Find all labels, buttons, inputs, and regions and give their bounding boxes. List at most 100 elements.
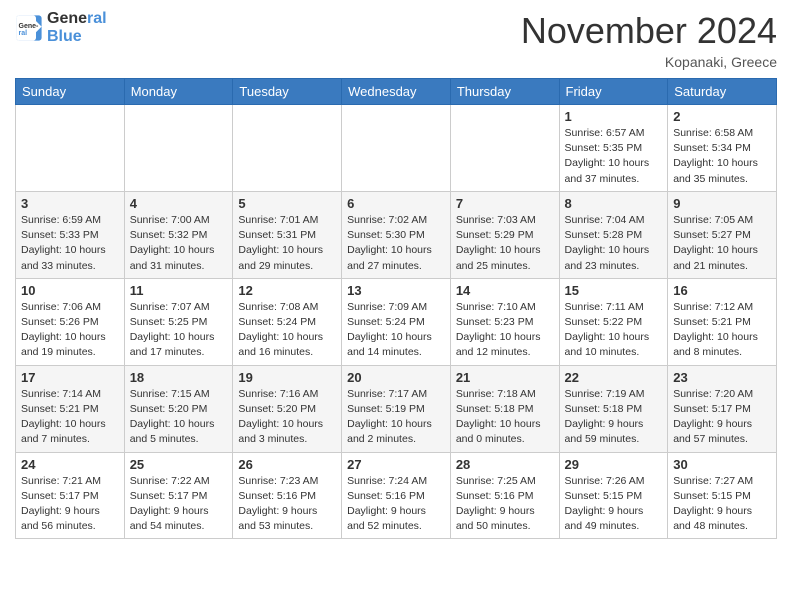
calendar-cell: 19Sunrise: 7:16 AM Sunset: 5:20 PM Dayli… (233, 365, 342, 452)
day-info: Sunrise: 6:57 AM Sunset: 5:35 PM Dayligh… (565, 126, 663, 187)
week-row-2: 3Sunrise: 6:59 AM Sunset: 5:33 PM Daylig… (16, 191, 777, 278)
calendar-cell: 16 Sunrise: 7:12 AM Sunset: 5:21 PM Dayli… (668, 278, 777, 365)
day-number: 13 (347, 283, 445, 298)
day-info: Sunrise: 7:02 AM Sunset: 5:30 PM Dayligh… (347, 213, 445, 274)
weekday-header-friday: Friday (559, 79, 668, 105)
calendar-cell (16, 105, 125, 192)
day-number: 2 (673, 109, 771, 124)
calendar-cell: 23Sunrise: 7:20 AM Sunset: 5:17 PM Dayli… (668, 365, 777, 452)
day-info: Sunrise: 7:08 AM Sunset: 5:24 PM Dayligh… (238, 300, 336, 361)
svg-text:ral: ral (19, 30, 28, 37)
day-info: Sunrise: 7:15 AM Sunset: 5:20 PM Dayligh… (130, 387, 228, 448)
week-row-1: 1 Sunrise: 6:57 AM Sunset: 5:35 PM Daylig… (16, 105, 777, 192)
day-info: Sunrise: 7:05 AM Sunset: 5:27 PM Dayligh… (673, 213, 771, 274)
calendar-cell: 7Sunrise: 7:03 AM Sunset: 5:29 PM Daylig… (450, 191, 559, 278)
day-number: 11 (130, 283, 228, 298)
weekday-header-thursday: Thursday (450, 79, 559, 105)
day-number: 27 (347, 457, 445, 472)
day-number: 9 (673, 196, 771, 211)
calendar-cell: 18 Sunrise: 7:15 AM Sunset: 5:20 PM Dayli… (124, 365, 233, 452)
day-info: Sunrise: 7:14 AM Sunset: 5:21 PM Dayligh… (21, 387, 119, 448)
weekday-header-sunday: Sunday (16, 79, 125, 105)
weekday-header-monday: Monday (124, 79, 233, 105)
day-number: 26 (238, 457, 336, 472)
calendar-cell: 3Sunrise: 6:59 AM Sunset: 5:33 PM Daylig… (16, 191, 125, 278)
calendar-cell (450, 105, 559, 192)
calendar-cell: 24 Sunrise: 7:21 AM Sunset: 5:17 PM Dayli… (16, 452, 125, 539)
day-number: 18 (130, 370, 228, 385)
calendar-cell: 13 Sunrise: 7:09 AM Sunset: 5:24 PM Dayli… (342, 278, 451, 365)
weekday-header-row: SundayMondayTuesdayWednesdayThursdayFrid… (16, 79, 777, 105)
day-info: Sunrise: 7:12 AM Sunset: 5:21 PM Dayligh… (673, 300, 771, 361)
day-info: Sunrise: 7:06 AM Sunset: 5:26 PM Dayligh… (21, 300, 119, 361)
month-title: November 2024 (521, 10, 777, 52)
day-number: 16 (673, 283, 771, 298)
calendar-cell: 21Sunrise: 7:18 AM Sunset: 5:18 PM Dayli… (450, 365, 559, 452)
day-info: Sunrise: 7:10 AM Sunset: 5:23 PM Dayligh… (456, 300, 554, 361)
day-info: Sunrise: 7:21 AM Sunset: 5:17 PM Dayligh… (21, 474, 119, 535)
calendar-cell: 5 Sunrise: 7:01 AM Sunset: 5:31 PM Daylig… (233, 191, 342, 278)
week-row-4: 17 Sunrise: 7:14 AM Sunset: 5:21 PM Dayli… (16, 365, 777, 452)
svg-text:Gene-: Gene- (19, 23, 40, 30)
calendar-cell: 29 Sunrise: 7:26 AM Sunset: 5:15 PM Dayli… (559, 452, 668, 539)
day-info: Sunrise: 7:01 AM Sunset: 5:31 PM Dayligh… (238, 213, 336, 274)
day-info: Sunrise: 7:16 AM Sunset: 5:20 PM Dayligh… (238, 387, 336, 448)
day-info: Sunrise: 7:07 AM Sunset: 5:25 PM Dayligh… (130, 300, 228, 361)
calendar-cell: 17 Sunrise: 7:14 AM Sunset: 5:21 PM Dayli… (16, 365, 125, 452)
calendar-cell: 11 Sunrise: 7:07 AM Sunset: 5:25 PM Dayli… (124, 278, 233, 365)
calendar-cell: 4Sunrise: 7:00 AM Sunset: 5:32 PM Daylig… (124, 191, 233, 278)
day-info: Sunrise: 6:59 AM Sunset: 5:33 PM Dayligh… (21, 213, 119, 274)
day-number: 1 (565, 109, 663, 124)
calendar-cell: 28 Sunrise: 7:25 AM Sunset: 5:16 PM Dayli… (450, 452, 559, 539)
day-number: 8 (565, 196, 663, 211)
calendar-cell (124, 105, 233, 192)
day-number: 29 (565, 457, 663, 472)
calendar-cell: 15Sunrise: 7:11 AM Sunset: 5:22 PM Dayli… (559, 278, 668, 365)
calendar-cell: 1 Sunrise: 6:57 AM Sunset: 5:35 PM Daylig… (559, 105, 668, 192)
location: Kopanaki, Greece (521, 54, 777, 70)
calendar-cell: 20 Sunrise: 7:17 AM Sunset: 5:19 PM Dayli… (342, 365, 451, 452)
day-info: Sunrise: 7:09 AM Sunset: 5:24 PM Dayligh… (347, 300, 445, 361)
day-number: 24 (21, 457, 119, 472)
weekday-header-saturday: Saturday (668, 79, 777, 105)
day-number: 14 (456, 283, 554, 298)
calendar-cell: 14 Sunrise: 7:10 AM Sunset: 5:23 PM Dayli… (450, 278, 559, 365)
calendar-cell: 26Sunrise: 7:23 AM Sunset: 5:16 PM Dayli… (233, 452, 342, 539)
calendar-cell (342, 105, 451, 192)
day-info: Sunrise: 6:58 AM Sunset: 5:34 PM Dayligh… (673, 126, 771, 187)
day-number: 17 (21, 370, 119, 385)
calendar-table: SundayMondayTuesdayWednesdayThursdayFrid… (15, 78, 777, 539)
header: Gene- ral General Blue November 2024 Kop… (15, 10, 777, 70)
calendar-cell: 27Sunrise: 7:24 AM Sunset: 5:16 PM Dayli… (342, 452, 451, 539)
day-info: Sunrise: 7:03 AM Sunset: 5:29 PM Dayligh… (456, 213, 554, 274)
day-number: 15 (565, 283, 663, 298)
calendar-cell: 8Sunrise: 7:04 AM Sunset: 5:28 PM Daylig… (559, 191, 668, 278)
calendar-cell (233, 105, 342, 192)
day-number: 30 (673, 457, 771, 472)
calendar-cell: 30Sunrise: 7:27 AM Sunset: 5:15 PM Dayli… (668, 452, 777, 539)
day-number: 10 (21, 283, 119, 298)
day-number: 5 (238, 196, 336, 211)
calendar-cell: 2 Sunrise: 6:58 AM Sunset: 5:34 PM Daylig… (668, 105, 777, 192)
day-info: Sunrise: 7:26 AM Sunset: 5:15 PM Dayligh… (565, 474, 663, 535)
logo: Gene- ral General Blue (15, 10, 107, 45)
logo-icon: Gene- ral (15, 14, 43, 42)
day-number: 22 (565, 370, 663, 385)
day-number: 6 (347, 196, 445, 211)
logo-line1: General (47, 10, 107, 28)
calendar-cell: 22Sunrise: 7:19 AM Sunset: 5:18 PM Dayli… (559, 365, 668, 452)
calendar-cell: 9 Sunrise: 7:05 AM Sunset: 5:27 PM Daylig… (668, 191, 777, 278)
day-info: Sunrise: 7:00 AM Sunset: 5:32 PM Dayligh… (130, 213, 228, 274)
day-info: Sunrise: 7:17 AM Sunset: 5:19 PM Dayligh… (347, 387, 445, 448)
day-info: Sunrise: 7:25 AM Sunset: 5:16 PM Dayligh… (456, 474, 554, 535)
day-info: Sunrise: 7:22 AM Sunset: 5:17 PM Dayligh… (130, 474, 228, 535)
day-number: 21 (456, 370, 554, 385)
weekday-header-tuesday: Tuesday (233, 79, 342, 105)
day-number: 20 (347, 370, 445, 385)
weekday-header-wednesday: Wednesday (342, 79, 451, 105)
day-number: 28 (456, 457, 554, 472)
day-info: Sunrise: 7:20 AM Sunset: 5:17 PM Dayligh… (673, 387, 771, 448)
calendar-cell: 10 Sunrise: 7:06 AM Sunset: 5:26 PM Dayli… (16, 278, 125, 365)
page: Gene- ral General Blue November 2024 Kop… (0, 0, 792, 554)
day-number: 25 (130, 457, 228, 472)
